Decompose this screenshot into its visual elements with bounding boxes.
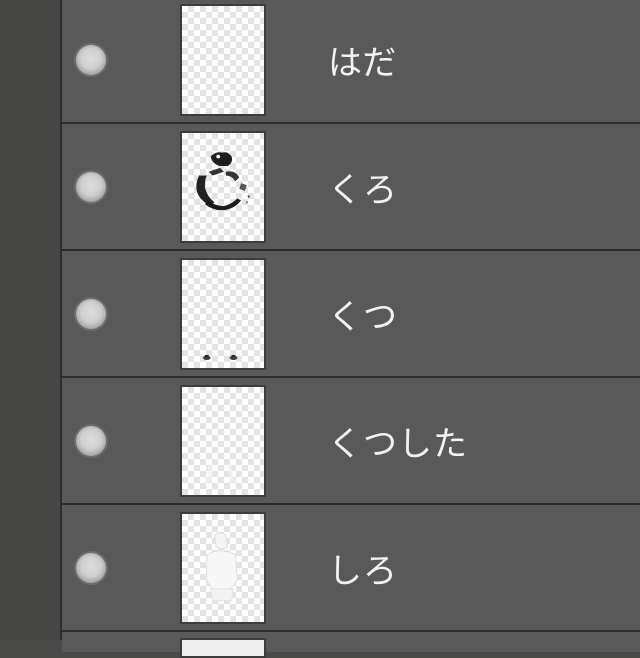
layer-thumbnail-kutsushita[interactable] [180,384,266,497]
layer-row-shiro[interactable]: しろ [62,505,640,632]
layer-name: はだ [328,43,398,83]
layer-thumbnail-shiro[interactable] [180,511,266,624]
layer-thumbnail-kutsu[interactable] [180,257,266,370]
visibility-toggle-icon[interactable] [76,425,106,456]
layer-row-hada[interactable]: はだ [62,0,640,124]
white-fill-thumbnail-icon [206,531,238,601]
layer-name: しろ [328,551,398,591]
shoes-thumbnail-icon [202,354,238,360]
layer-row-kutsu[interactable]: くつ [62,251,640,378]
layer-name: くつ [328,297,398,337]
layer-row-kuro[interactable]: くろ [62,124,640,251]
layer-thumbnail-hada[interactable] [180,3,266,116]
visibility-toggle-icon[interactable] [76,298,106,329]
visibility-toggle-icon[interactable] [76,552,106,583]
layer-row-kutsushita[interactable]: くつした [62,378,640,505]
skin-thumbnail-icon [219,49,227,55]
black-outline-thumbnail-icon [196,151,250,210]
layers-panel: はだ くろ くつ くつした しろ [0,0,640,658]
layer-name: くろ [328,170,398,210]
visibility-toggle-icon[interactable] [76,44,106,75]
panel-left-gutter [0,0,62,640]
layer-list: はだ くろ くつ くつした しろ [62,0,640,658]
visibility-toggle-icon[interactable] [76,171,106,202]
layer-row-partial[interactable] [62,632,640,658]
layer-thumbnail-partial[interactable] [180,638,266,658]
layer-thumbnail-kuro[interactable] [180,130,266,243]
socks-thumbnail-icon [206,463,237,482]
layer-name: くつした [328,424,468,464]
